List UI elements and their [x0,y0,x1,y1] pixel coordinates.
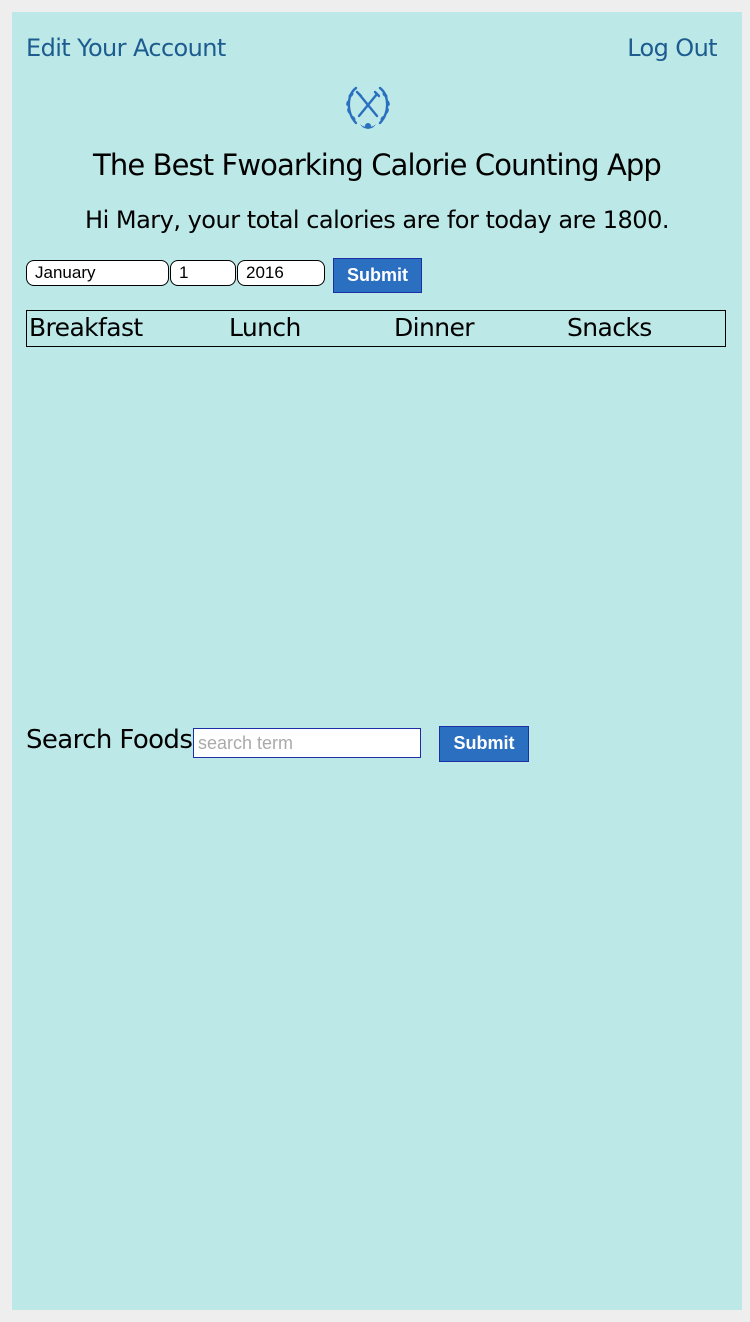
meal-header-breakfast: Breakfast [29,313,143,342]
search-submit-button[interactable]: Submit [439,726,529,762]
search-input[interactable] [193,728,421,758]
meal-header-lunch: Lunch [229,313,301,342]
day-input[interactable]: 1 [170,260,236,286]
date-submit-button[interactable]: Submit [333,258,422,293]
meal-header-snacks: Snacks [567,313,652,342]
year-input[interactable]: 2016 [237,260,325,286]
crossed-fork-knife-laurel-icon [346,86,390,129]
page-title: The Best Fwoarking Calorie Counting App [93,148,662,182]
edit-account-link[interactable]: Edit Your Account [26,34,226,62]
search-foods-label: Search Foods [26,725,193,755]
month-input[interactable]: January [26,260,169,286]
meal-header-dinner: Dinner [394,313,475,342]
logout-link[interactable]: Log Out [627,34,717,62]
app-page: Edit Your Account Log Out The Best Fwoar… [12,12,742,1310]
meals-table-header: Breakfast Lunch Dinner Snacks [26,310,726,347]
calorie-greeting: Hi Mary, your total calories are for tod… [85,206,669,234]
